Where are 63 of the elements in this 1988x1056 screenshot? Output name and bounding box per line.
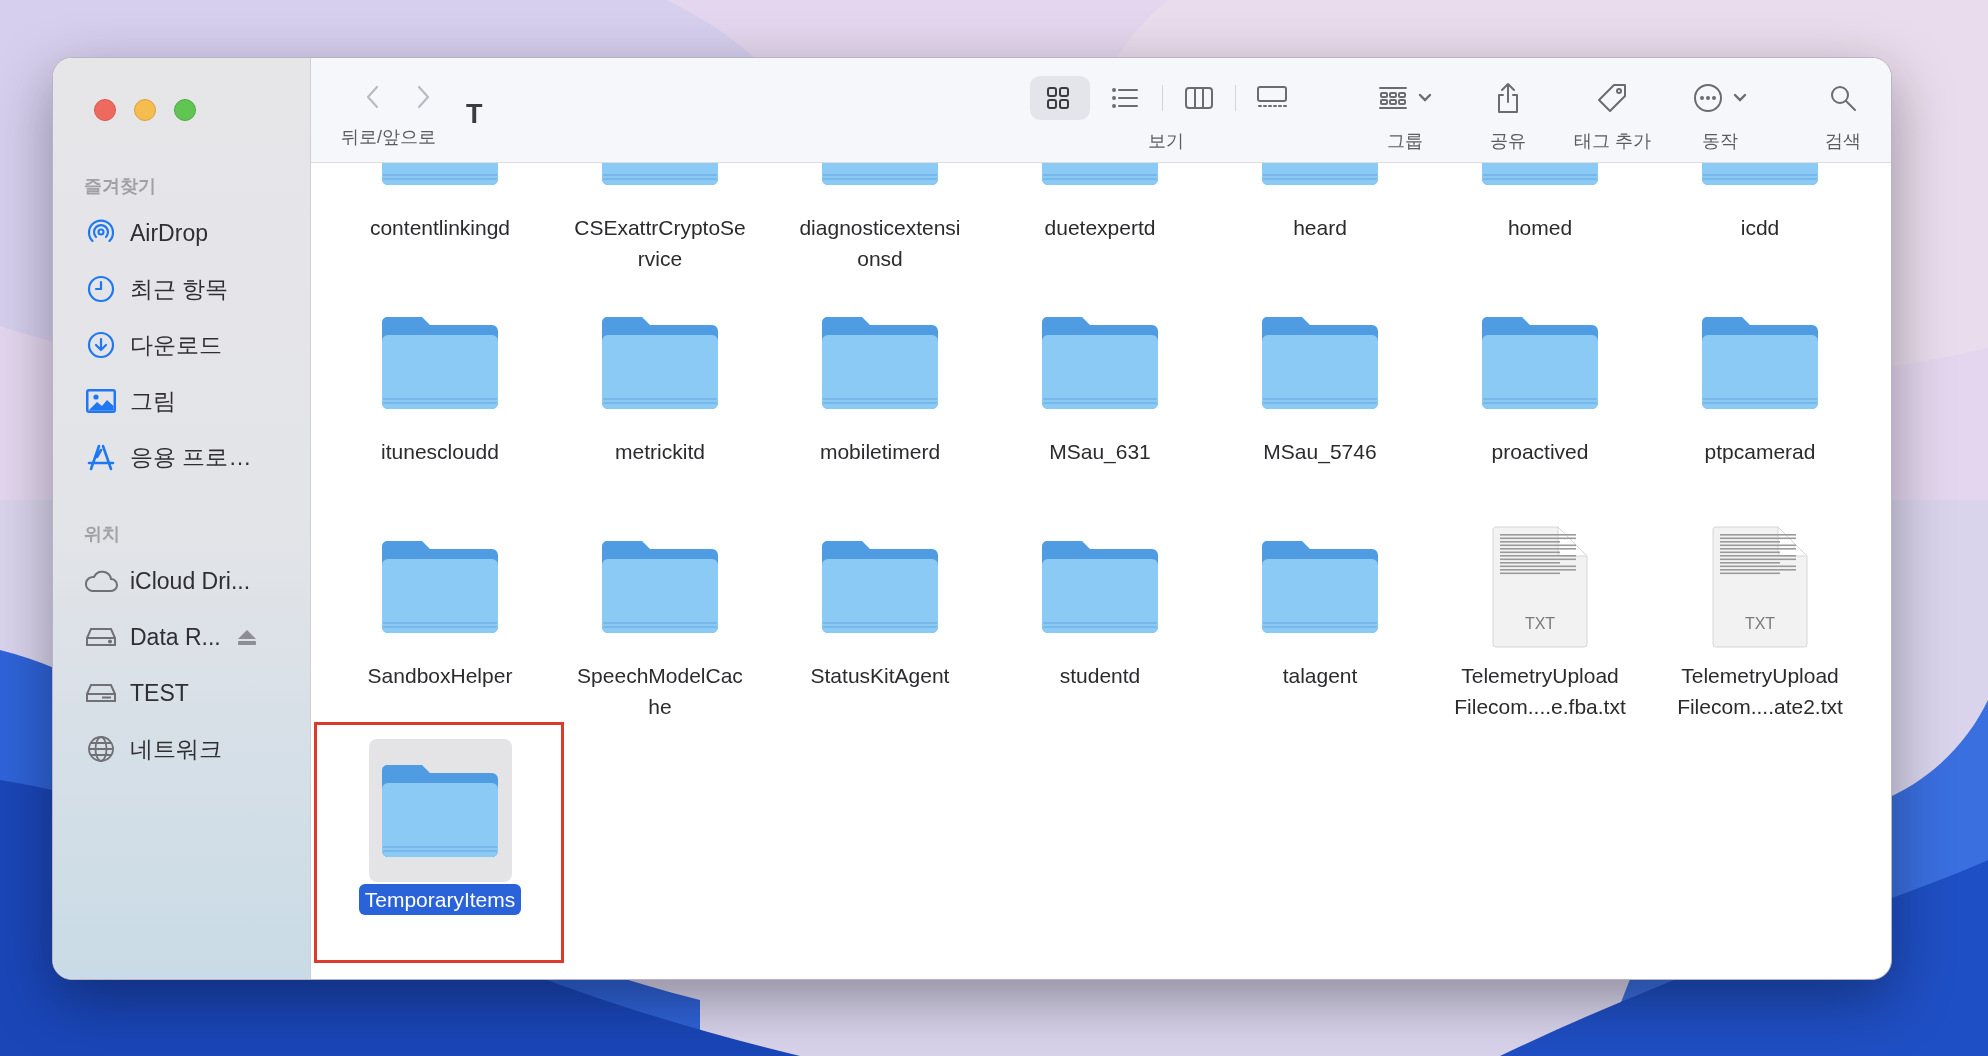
file-name[interactable]: ptpcamerad (1698, 436, 1822, 467)
sidebar-item[interactable]: 최근 항목 (84, 261, 294, 317)
clock-icon (87, 275, 115, 303)
file-name[interactable]: MSau_5746 (1257, 436, 1383, 467)
chevron-down-icon (1418, 93, 1432, 103)
sidebar-heading: 즐겨찾기 (84, 175, 157, 198)
toolbar-label: 공유 (1490, 130, 1526, 153)
window-title: T (466, 98, 483, 131)
tag-icon (1596, 82, 1629, 114)
file-name[interactable]: proactived (1485, 436, 1595, 467)
sidebar-item[interactable]: Data R... (84, 609, 294, 665)
sidebar-item[interactable]: AirDrop (84, 205, 294, 261)
sidebar-item[interactable]: 다운로드 (84, 317, 294, 373)
app-store-icon (86, 442, 116, 472)
toolbar-label: 태그 추가 (1574, 130, 1651, 153)
sidebar-item[interactable]: TEST (84, 665, 294, 721)
sidebar-item[interactable]: iCloud Dri... (84, 553, 294, 609)
drive-icon (85, 681, 117, 705)
file-name[interactable]: diagnosticextensi onsd (793, 212, 967, 274)
globe-icon (87, 735, 115, 763)
file-name[interactable]: contentlinkingd (363, 212, 517, 243)
sidebar-item[interactable]: 네트워크 (84, 721, 294, 777)
file-name[interactable]: StatusKitAgent (804, 660, 956, 691)
column-view-icon (1184, 85, 1214, 111)
file-name[interactable]: metrickitd (609, 436, 711, 467)
text-file-icon: TXT (1712, 525, 1808, 648)
file-name[interactable]: CSExattrCryptoSe rvice (568, 212, 752, 274)
download-icon (87, 331, 115, 359)
image-icon (86, 389, 116, 413)
eject-icon[interactable] (236, 629, 257, 645)
file-name[interactable]: studentd (1053, 660, 1147, 691)
view-mode-button[interactable] (1030, 76, 1090, 120)
file-name[interactable]: duetexpertd (1038, 212, 1162, 243)
file-name[interactable]: MSau_631 (1043, 436, 1157, 467)
search-icon (1829, 84, 1857, 112)
toolbar-label: 검색 (1825, 130, 1861, 153)
list-view-icon (1111, 85, 1141, 111)
file-name[interactable]: itunescloudd (375, 436, 505, 467)
drive-icon (85, 625, 117, 649)
sidebar-item[interactable]: 응용 프로… (84, 429, 294, 485)
toolbar-label: 동작 (1702, 130, 1738, 153)
share-icon (1495, 82, 1521, 114)
file-name[interactable]: SpeechModelCac he (571, 660, 749, 722)
file-name[interactable]: icdd (1734, 212, 1786, 243)
file-name[interactable]: SandboxHelper (361, 660, 519, 691)
grid-group-icon (1378, 85, 1408, 111)
file-name[interactable]: TelemetryUpload Filecom....e.fba.txt (1448, 660, 1632, 722)
file-name[interactable]: mobiletimerd (813, 436, 947, 467)
file-name[interactable]: TelemetryUpload Filecom....ate2.txt (1671, 660, 1849, 722)
cloud-icon (84, 569, 118, 593)
chevron-down-icon (1733, 93, 1747, 103)
file-name[interactable]: TemporaryItems (358, 884, 522, 915)
more-icon (1693, 83, 1723, 113)
file-name[interactable]: homed (1501, 212, 1579, 243)
toolbar-label: 뒤로/앞으로 (341, 126, 436, 149)
sidebar-heading: 위치 (84, 523, 121, 546)
toolbar-label: 보기 (1148, 130, 1184, 153)
file-name[interactable]: talagent (1276, 660, 1364, 691)
toolbar-label: 그룹 (1387, 130, 1423, 153)
text-file-icon: TXT (1492, 525, 1588, 648)
file-name[interactable]: heard (1287, 212, 1353, 243)
sidebar-item[interactable]: 그림 (84, 373, 294, 429)
close-button[interactable] (94, 99, 116, 121)
